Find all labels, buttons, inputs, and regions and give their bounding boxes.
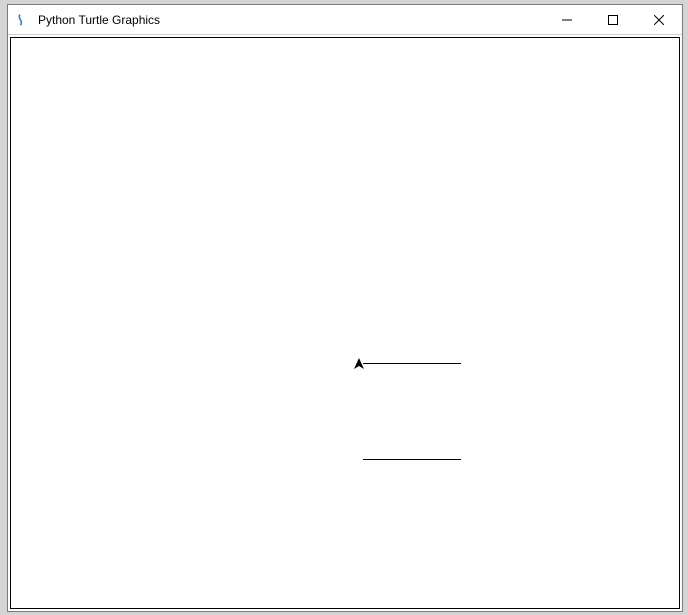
turtle-arrow-icon: [352, 357, 366, 371]
close-button[interactable]: [636, 5, 682, 34]
close-icon: [654, 15, 664, 25]
titlebar[interactable]: Python Turtle Graphics: [8, 5, 682, 35]
minimize-icon: [562, 15, 572, 25]
app-icon: [16, 12, 32, 28]
application-window: Python Turtle Graphics: [7, 4, 683, 612]
drawn-line: [363, 459, 461, 460]
maximize-icon: [608, 15, 618, 25]
turtle-canvas: [10, 37, 680, 609]
drawn-line: [363, 363, 461, 364]
maximize-button[interactable]: [590, 5, 636, 34]
window-title: Python Turtle Graphics: [38, 13, 544, 27]
window-controls: [544, 5, 682, 34]
minimize-button[interactable]: [544, 5, 590, 34]
turtle-cursor: [352, 357, 366, 376]
